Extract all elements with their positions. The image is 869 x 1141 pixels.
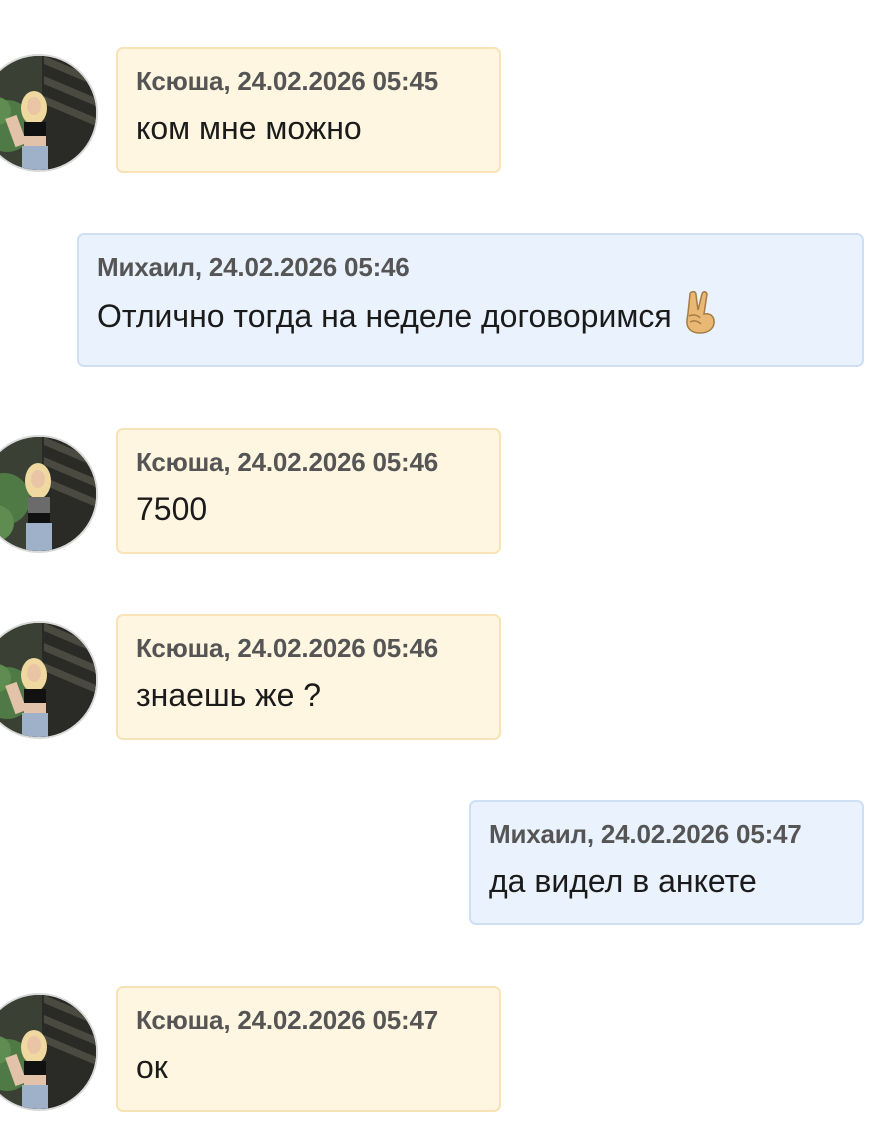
avatar[interactable] — [0, 54, 98, 172]
message-text: ок — [136, 1049, 168, 1085]
message-text-row: Отлично тогда на неделе договоримся — [97, 290, 844, 343]
message-meta: Ксюша, 24.02.2026 05:46 — [136, 633, 439, 663]
message-text: знаешь же ? — [136, 677, 322, 713]
message-text: ком мне можно — [136, 110, 362, 146]
message-bubble-incoming[interactable]: Ксюша, 24.02.2026 05:46 7500 — [116, 428, 501, 554]
message-bubble-incoming[interactable]: Ксюша, 24.02.2026 05:46 знаешь же ? — [116, 614, 501, 740]
message-bubble-incoming[interactable]: Ксюша, 24.02.2026 05:47 ок — [116, 986, 501, 1112]
avatar[interactable] — [0, 435, 98, 553]
message-text: Отлично тогда на неделе договоримся — [97, 297, 672, 334]
message-meta: Ксюша, 24.02.2026 05:47 — [136, 1005, 439, 1035]
message-bubble-outgoing[interactable]: Михаил, 24.02.2026 05:46 Отлично тогда н… — [77, 233, 864, 367]
message-meta: Михаил, 24.02.2026 05:46 — [97, 252, 410, 282]
message-meta: Ксюша, 24.02.2026 05:45 — [136, 66, 439, 96]
message-meta: Михаил, 24.02.2026 05:47 — [489, 819, 802, 849]
avatar[interactable] — [0, 621, 98, 739]
victory-hand-icon — [680, 288, 720, 343]
message-text: да видел в анкете — [489, 863, 757, 899]
message-bubble-incoming[interactable]: Ксюша, 24.02.2026 05:45 ком мне можно — [116, 47, 501, 173]
message-meta: Ксюша, 24.02.2026 05:46 — [136, 447, 439, 477]
message-bubble-outgoing[interactable]: Михаил, 24.02.2026 05:47 да видел в анке… — [469, 800, 864, 925]
avatar[interactable] — [0, 993, 98, 1111]
message-text: 7500 — [136, 491, 208, 527]
